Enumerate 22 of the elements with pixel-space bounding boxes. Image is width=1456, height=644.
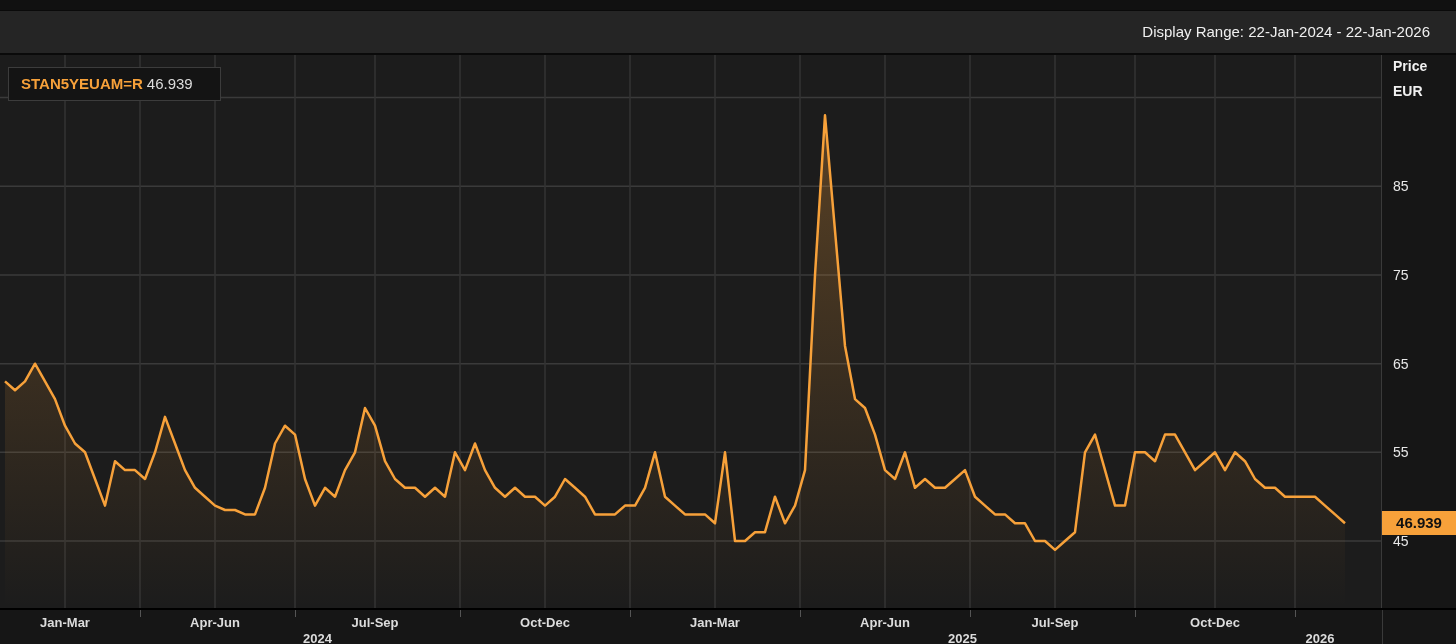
x-axis-label: Jan-Mar bbox=[690, 614, 740, 632]
x-axis-label: Jul-Sep bbox=[351, 614, 399, 632]
x-axis-label: Apr-Jun bbox=[190, 614, 240, 632]
series-value: 46.939 bbox=[146, 73, 193, 94]
year-label: 2026 bbox=[1305, 630, 1335, 644]
x-axis-label: Oct-Dec bbox=[1190, 614, 1240, 632]
y-axis-label: 75 bbox=[1393, 266, 1409, 283]
series-symbol: STAN5YEUAM=R bbox=[21, 73, 143, 94]
y-axis-label: 45 bbox=[1393, 533, 1409, 550]
x-axis-label: Oct-Dec bbox=[520, 614, 570, 632]
x-axis-label: Jul-Sep bbox=[1031, 614, 1079, 632]
y-axis-label: 55 bbox=[1393, 444, 1409, 461]
axis-unit: EUR bbox=[1393, 82, 1423, 101]
x-axis-label: Apr-Jun bbox=[860, 614, 910, 632]
display-range-text: Display Range: 22-Jan-2024 - 22-Jan-2026 bbox=[1142, 21, 1430, 42]
y-axis-label: 65 bbox=[1393, 355, 1409, 372]
year-label: 2024 bbox=[303, 630, 332, 644]
y-axis-label: 85 bbox=[1393, 178, 1409, 195]
axis-title: Price bbox=[1393, 57, 1428, 76]
year-label: 2025 bbox=[948, 630, 977, 644]
last-price-badge: 46.939 bbox=[1382, 511, 1456, 536]
x-axis-label: Jan-Mar bbox=[40, 614, 90, 632]
